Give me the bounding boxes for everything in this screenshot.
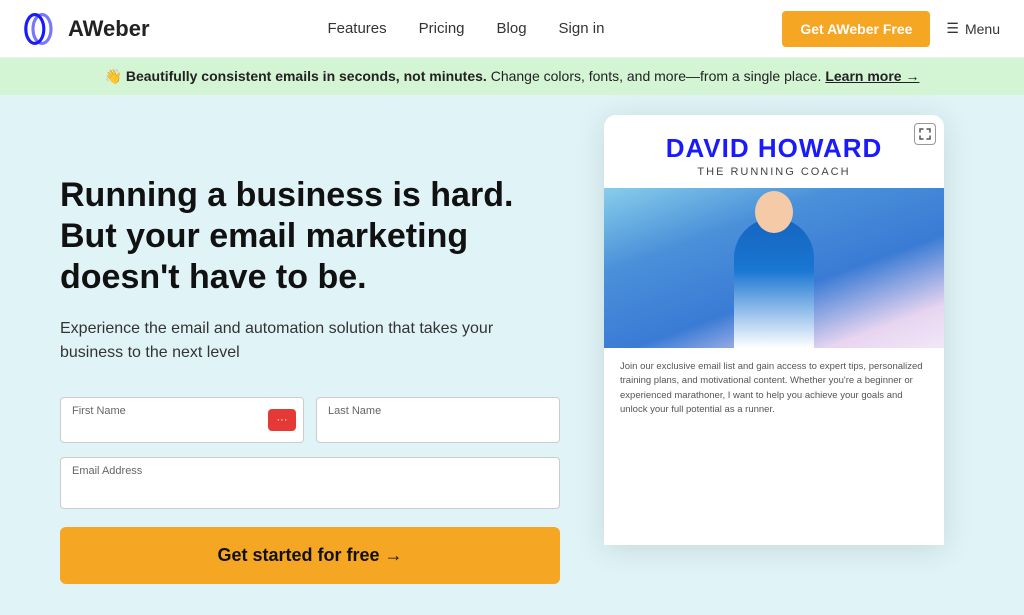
email-input[interactable] xyxy=(60,457,560,509)
expand-icon[interactable] xyxy=(914,123,936,145)
get-started-button[interactable]: Get started for free → xyxy=(60,527,560,584)
nav-signin[interactable]: Sign in xyxy=(559,20,605,37)
announcement-link[interactable]: Learn more → xyxy=(825,68,919,84)
mockup-person-subtitle: THE RUNNING COACH xyxy=(624,166,924,178)
hero-section: Running a business is hard. But your ema… xyxy=(0,95,1024,615)
hero-right: DAVID HOWARD THE RUNNING COACH Join our … xyxy=(504,95,1024,615)
mockup-person-name: DAVID HOWARD xyxy=(624,133,924,164)
field-options-button[interactable]: ··· xyxy=(268,409,296,431)
nav-links: Features Pricing Blog Sign in xyxy=(327,20,604,37)
hero-subheadline: Experience the email and automation solu… xyxy=(60,317,560,365)
announcement-bold: Beautifully consistent emails in seconds… xyxy=(126,68,487,84)
aweber-logo-icon xyxy=(24,11,60,47)
logo-text: AWeber xyxy=(68,16,150,42)
mockup-photo xyxy=(604,188,944,348)
mockup-body-text: Join our exclusive email list and gain a… xyxy=(620,360,928,417)
nav-features[interactable]: Features xyxy=(327,20,386,37)
announcement-body: Change colors, fonts, and more—from a si… xyxy=(491,68,826,84)
hero-headline: Running a business is hard. But your ema… xyxy=(60,175,560,297)
announcement-banner: 👋 Beautifully consistent emails in secon… xyxy=(0,58,1024,95)
mockup-card: DAVID HOWARD THE RUNNING COACH Join our … xyxy=(604,115,944,545)
mockup-header: DAVID HOWARD THE RUNNING COACH xyxy=(604,115,944,188)
name-fields-row: First Name ··· Last Name xyxy=(60,397,560,443)
nav-pricing[interactable]: Pricing xyxy=(419,20,465,37)
hamburger-icon: ☰ xyxy=(946,20,959,37)
email-field-container: Email Address xyxy=(60,457,560,509)
first-name-field: First Name ··· xyxy=(60,397,304,443)
hero-left: Running a business is hard. But your ema… xyxy=(60,155,560,584)
logo[interactable]: AWeber xyxy=(24,11,150,47)
get-aweber-free-button[interactable]: Get AWeber Free xyxy=(782,11,930,47)
dots-icon: ··· xyxy=(277,414,288,426)
mockup-body: Join our exclusive email list and gain a… xyxy=(604,348,944,437)
navbar-actions: Get AWeber Free ☰ Menu xyxy=(782,11,1000,47)
menu-label: Menu xyxy=(965,21,1000,37)
menu-button[interactable]: ☰ Menu xyxy=(946,20,1000,37)
nav-blog[interactable]: Blog xyxy=(497,20,527,37)
navbar: AWeber Features Pricing Blog Sign in Get… xyxy=(0,0,1024,58)
announcement-emoji: 👋 xyxy=(105,68,122,84)
